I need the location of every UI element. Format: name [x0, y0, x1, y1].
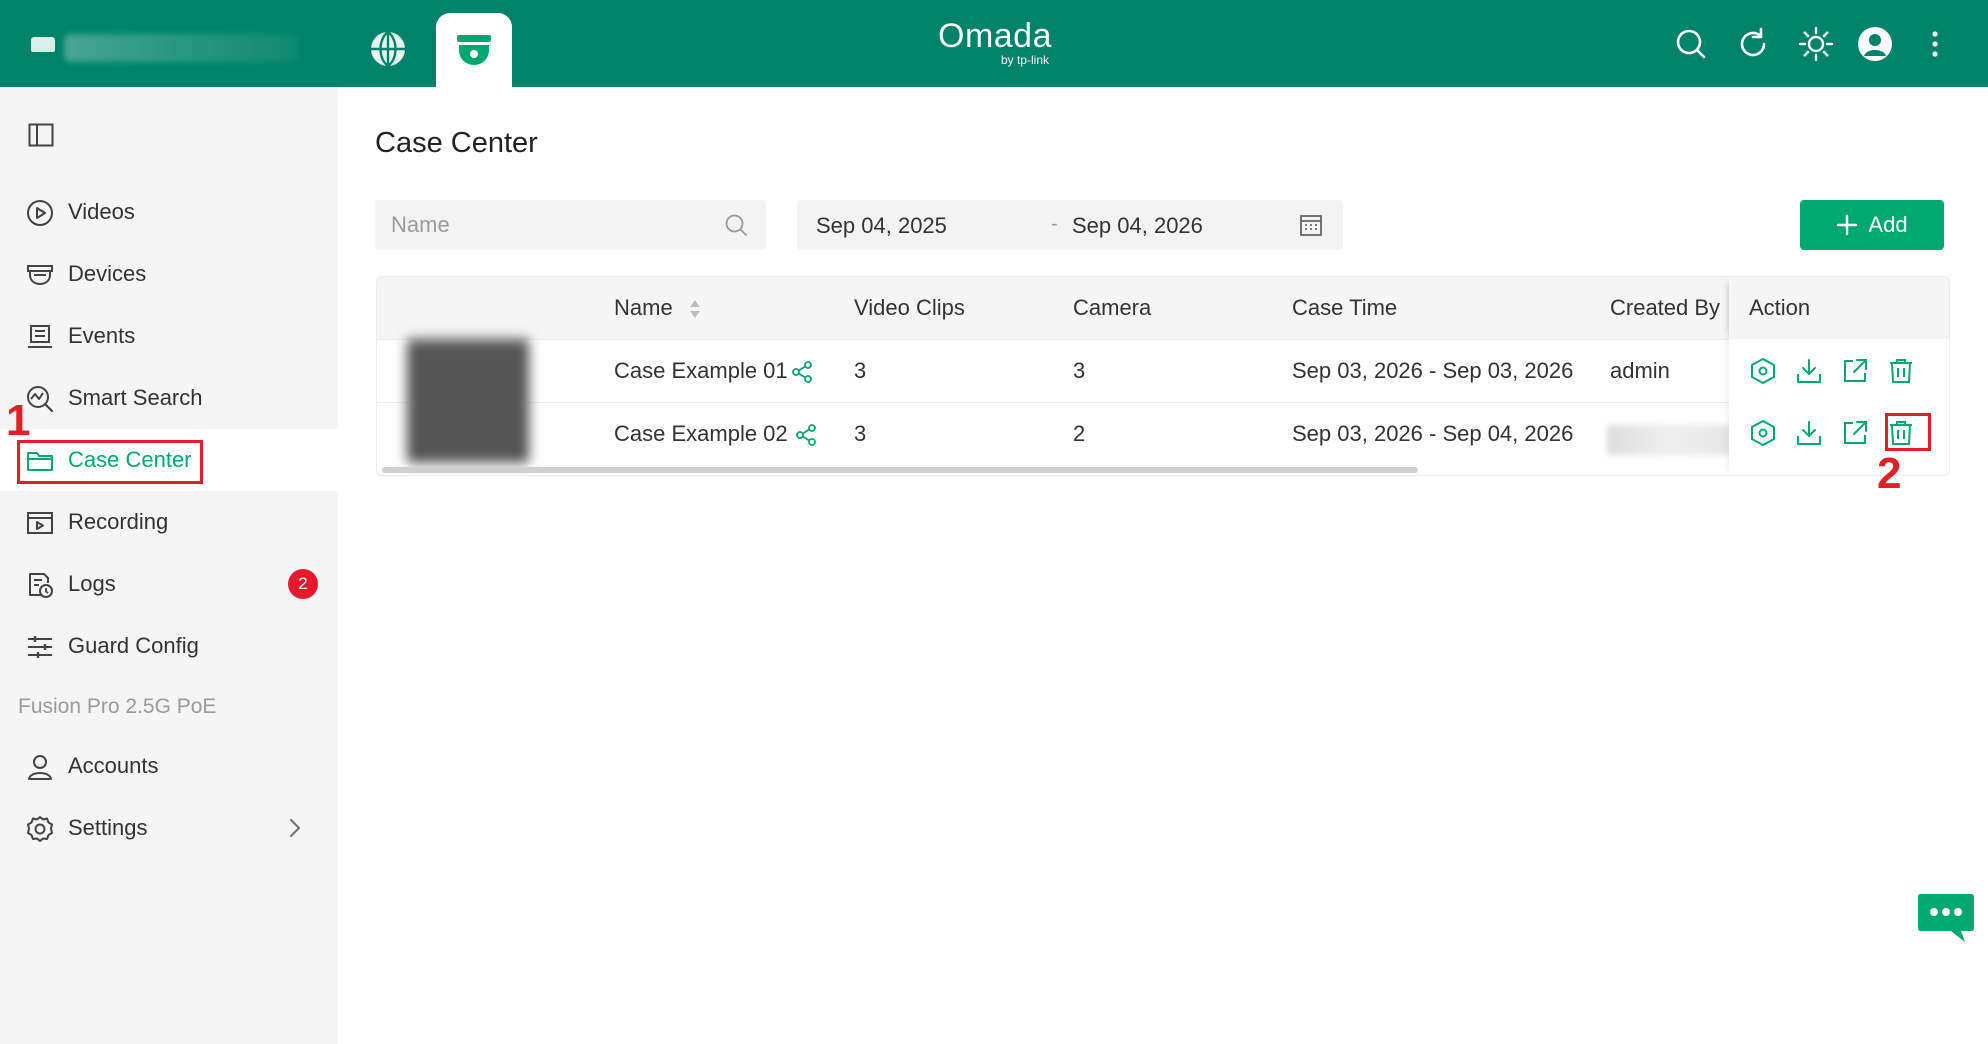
plus-icon [1837, 214, 1858, 236]
site-icon[interactable] [31, 37, 55, 52]
sidebar-item-events[interactable]: Events [0, 305, 338, 367]
logs-count-badge: 2 [288, 569, 318, 599]
sidebar-item-label: Devices [68, 261, 147, 286]
sidebar-item-label: Guard Config [68, 633, 199, 658]
refresh-icon[interactable] [1734, 25, 1772, 63]
search-icon[interactable] [724, 213, 748, 237]
created-by-redacted [1607, 425, 1731, 455]
tab-guard[interactable] [436, 13, 512, 87]
camera-dome-icon [457, 35, 491, 65]
row-actions [1749, 357, 1915, 385]
delete-icon[interactable] [1887, 357, 1915, 385]
chevron-right-icon [289, 818, 301, 838]
created-by: admin [1610, 358, 1670, 383]
share-link-icon[interactable] [1841, 357, 1869, 385]
sidebar-item-label: Videos [68, 199, 135, 224]
download-icon[interactable] [1795, 419, 1823, 447]
sidebar-item-accounts[interactable]: Accounts [0, 735, 338, 797]
sidebar-item-videos[interactable]: Videos [0, 181, 338, 243]
share-link-icon[interactable] [1841, 419, 1869, 447]
page-title: Case Center [375, 127, 538, 159]
view-icon[interactable] [1749, 419, 1777, 447]
case-name[interactable]: Case Example 02 [614, 421, 788, 447]
shared-icon[interactable] [795, 423, 817, 447]
sidebar-item-label: Smart Search [68, 385, 203, 410]
table-row[interactable]: Case Example 02 3 2 Sep 03, 2026 - Sep 0… [377, 402, 1949, 465]
add-button-label: Add [1868, 212, 1908, 237]
date-range-picker[interactable]: Sep 04, 2025 - Sep 04, 2026 [797, 200, 1343, 250]
horizontal-scrollbar[interactable] [382, 467, 1418, 473]
case-time: Sep 03, 2026 - Sep 04, 2026 [1292, 421, 1574, 446]
column-header-created-by: Created By [1610, 295, 1721, 320]
annotation-box-1 [17, 440, 203, 484]
collapse-sidebar-icon[interactable] [28, 123, 54, 147]
camera-count: 2 [1073, 421, 1086, 446]
user-icon [28, 755, 52, 780]
sidebar-item-guard-config[interactable]: Guard Config [0, 615, 338, 677]
table-row[interactable]: Case Example 01 3 3 Sep 03, 2026 - Sep 0… [377, 339, 1949, 402]
logs-icon [29, 573, 53, 598]
events-icon [28, 325, 52, 348]
add-case-button[interactable]: Add [1800, 200, 1944, 250]
sidebar-item-settings[interactable]: Settings [0, 797, 338, 859]
sidebar-item-label: Settings [68, 815, 148, 840]
case-table: Name Video Clips Camera Case Time Create… [376, 276, 1950, 476]
shared-icon[interactable] [791, 360, 813, 384]
device-section-label: Fusion Pro 2.5G PoE [18, 695, 217, 718]
sidebar-item-label: Logs [68, 571, 116, 596]
sidebar-item-label: Accounts [68, 753, 159, 778]
date-end[interactable]: Sep 04, 2026 [1072, 213, 1203, 239]
globe-icon[interactable] [368, 29, 408, 69]
logo-text: Omada [938, 17, 1052, 55]
column-header-action: Action [1749, 295, 1811, 320]
video-clips-count: 3 [854, 358, 867, 383]
case-name[interactable]: Case Example 01 [614, 358, 788, 384]
gear-icon [27, 816, 53, 842]
calendar-icon[interactable] [1299, 213, 1323, 237]
site-selector[interactable] [64, 34, 298, 62]
column-header-video-clips: Video Clips [854, 295, 965, 320]
date-start[interactable]: Sep 04, 2025 [816, 213, 947, 239]
omada-logo: Omada by tp-link [935, 18, 1055, 68]
camera-count: 3 [1073, 358, 1086, 383]
camera-icon [27, 265, 53, 286]
view-icon[interactable] [1749, 357, 1777, 385]
search-field [375, 200, 766, 250]
recording-icon [27, 512, 53, 534]
sidebar-item-label: Events [68, 323, 136, 348]
search-icon[interactable] [1672, 25, 1710, 63]
logo-subtext: by tp-link [1000, 53, 1049, 67]
column-header-name[interactable]: Name [614, 295, 673, 321]
sidebar-item-devices[interactable]: Devices [0, 243, 338, 305]
column-header-case-time: Case Time [1292, 295, 1398, 320]
column-header-camera: Camera [1073, 295, 1152, 320]
video-clips-count: 3 [854, 421, 867, 446]
brightness-icon[interactable] [1797, 25, 1835, 63]
sidebar-item-smart-search[interactable]: Smart Search [0, 367, 338, 429]
sidebar-item-logs[interactable]: Logs 2 [0, 553, 338, 615]
case-time: Sep 03, 2026 - Sep 03, 2026 [1292, 358, 1574, 383]
chat-support-icon[interactable] [1917, 892, 1975, 946]
more-vertical-icon[interactable] [1916, 25, 1954, 63]
download-icon[interactable] [1795, 357, 1823, 385]
sliders-icon [28, 636, 52, 658]
sidebar: Videos Devices Events Smart Search Case … [0, 87, 338, 1044]
search-input[interactable] [391, 200, 721, 250]
annotation-number-1: 1 [6, 396, 31, 445]
sort-icon[interactable] [688, 297, 702, 321]
top-bar: Omada by tp-link [0, 0, 1988, 87]
action-column-header: Action [1729, 277, 1949, 339]
table-header: Name Video Clips Camera Case Time Create… [377, 277, 1949, 339]
date-separator: - [1051, 213, 1058, 235]
annotation-box-2 [1885, 413, 1931, 451]
sidebar-item-label: Recording [68, 509, 169, 534]
user-avatar-icon[interactable] [1856, 25, 1894, 63]
case-thumbnail[interactable] [407, 339, 529, 463]
play-circle-icon [27, 200, 53, 226]
sidebar-item-recording[interactable]: Recording [0, 491, 338, 553]
annotation-number-2: 2 [1877, 449, 1902, 498]
